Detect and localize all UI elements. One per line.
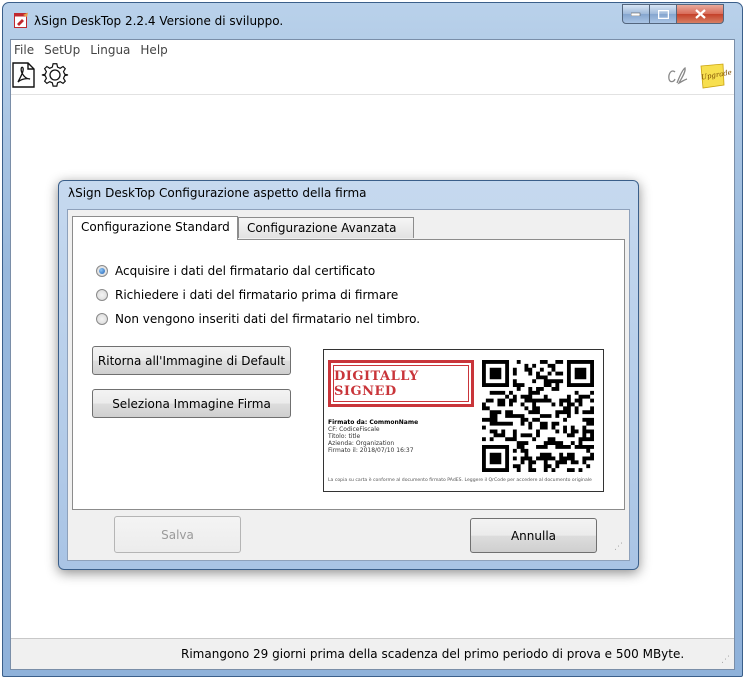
- gear-icon[interactable]: [41, 61, 69, 89]
- radio-label: Acquisire i dati del firmatario dal cert…: [115, 264, 376, 278]
- qr-code-icon: [482, 360, 594, 472]
- radio-no-signer-data[interactable]: Non vengono inseriti dati del firmatario…: [96, 312, 420, 326]
- resize-grip-icon[interactable]: ⋰: [614, 542, 623, 552]
- preview-note: La copia su carta è conforme al document…: [328, 478, 592, 483]
- signature-config-dialog: λSign DeskTop Configurazione aspetto del…: [58, 180, 639, 570]
- maximize-button[interactable]: [649, 4, 677, 24]
- resize-grip-icon[interactable]: ⋰: [721, 655, 730, 665]
- signer-line: Titolo: title: [328, 433, 361, 440]
- signer-info: Firmato da: CommonName CF: CodiceFiscale…: [328, 419, 418, 454]
- minimize-button[interactable]: [622, 4, 650, 24]
- signature-icon[interactable]: [666, 66, 688, 86]
- dialog-title: λSign DeskTop Configurazione aspetto del…: [68, 186, 367, 200]
- default-image-button[interactable]: Ritorna all'Immagine di Default: [92, 346, 291, 375]
- tab-panel-standard: Acquisire i dati del firmatario dal cert…: [72, 239, 625, 510]
- radio-button[interactable]: [96, 313, 108, 325]
- tab-configurazione-standard[interactable]: Configurazione Standard: [72, 216, 238, 240]
- menu-help[interactable]: Help: [137, 43, 174, 57]
- status-bar: Rimangono 29 giorni prima della scadenza…: [11, 638, 734, 669]
- toolbar: Upgrade: [11, 60, 734, 95]
- radio-from-certificate[interactable]: Acquisire i dati del firmatario dal cert…: [96, 264, 375, 278]
- close-icon: [694, 9, 706, 19]
- select-image-button[interactable]: Seleziona Immagine Firma: [92, 389, 291, 418]
- menu-bar: File SetUp Lingua Help: [11, 40, 734, 60]
- radio-label: Non vengono inseriti dati del firmatario…: [115, 312, 421, 326]
- radio-label: Richiedere i dati del firmatario prima d…: [115, 288, 399, 302]
- minimize-icon: [631, 12, 641, 16]
- menu-lingua[interactable]: Lingua: [87, 43, 137, 57]
- signed-by: Firmato da: CommonName: [328, 419, 419, 426]
- signer-line: CF: CodiceFiscale: [328, 426, 380, 433]
- signer-line: Azienda: Organization: [328, 440, 395, 447]
- cancel-button[interactable]: Annulla: [470, 518, 597, 553]
- radio-button[interactable]: [96, 265, 108, 277]
- status-text: Rimangono 29 giorni prima della scadenza…: [181, 647, 685, 661]
- sticky-note-icon[interactable]: Upgrade: [698, 62, 732, 90]
- dialog-body: Configurazione Standard Configurazione A…: [67, 209, 630, 561]
- app-icon: [14, 12, 28, 28]
- signer-line: Firmato il: 2018/07/10 16:37: [328, 447, 414, 454]
- radio-ask-before-signing[interactable]: Richiedere i dati del firmatario prima d…: [96, 288, 398, 302]
- maximize-icon: [657, 9, 669, 19]
- title-bar[interactable]: λSign DeskTop 2.2.4 Versione di sviluppo…: [3, 3, 742, 39]
- digitally-signed-stamp: DIGITALLY SIGNED: [328, 360, 474, 407]
- dialog-buttons: Salva Annulla ⋰: [68, 510, 629, 560]
- radio-button[interactable]: [96, 289, 108, 301]
- pdf-icon[interactable]: [12, 62, 36, 88]
- menu-setup[interactable]: SetUp: [41, 43, 87, 57]
- signature-preview: DIGITALLY SIGNED Firmato da: CommonName …: [323, 349, 604, 492]
- stamp-text: DIGITALLY SIGNED: [333, 365, 469, 402]
- menu-file[interactable]: File: [11, 43, 41, 57]
- close-button[interactable]: [676, 4, 724, 24]
- tab-configurazione-avanzata[interactable]: Configurazione Avanzata: [238, 217, 414, 238]
- save-button[interactable]: Salva: [114, 516, 241, 553]
- window-title: λSign DeskTop 2.2.4 Versione di sviluppo…: [34, 14, 284, 28]
